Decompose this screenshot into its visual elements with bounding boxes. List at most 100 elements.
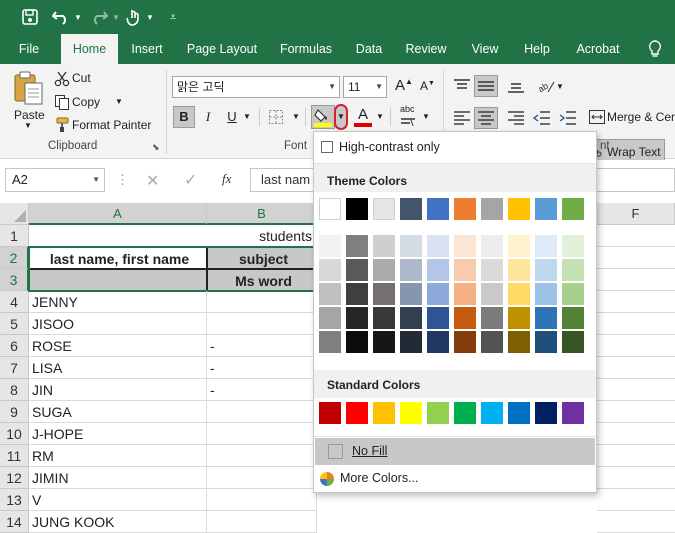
save-icon[interactable] [18,6,42,28]
cell-a4[interactable]: JENNY [29,291,207,313]
row-header-1[interactable]: 1 [0,225,29,247]
shrink-font-button[interactable]: A▼ [420,79,435,93]
row-header-13[interactable]: 13 [0,489,29,511]
theme-shade-swatch[interactable] [319,331,341,353]
bottom-align-icon[interactable] [506,77,526,95]
tab-formulas[interactable]: Formulas [275,34,337,64]
copy-icon[interactable] [54,94,70,110]
theme-shade-swatch[interactable] [427,307,449,329]
cancel-icon[interactable]: ✕ [146,171,159,191]
theme-shade-swatch[interactable] [400,331,422,353]
theme-shade-swatch[interactable] [346,283,368,305]
cut-button[interactable]: Cut [72,71,91,85]
tab-help[interactable]: Help [518,34,556,64]
theme-shade-swatch[interactable] [508,307,530,329]
row-header-3[interactable]: 3 [0,269,29,291]
tab-review[interactable]: Review [401,34,451,64]
merge-center-icon[interactable] [588,108,606,126]
insert-function-icon[interactable]: fx [222,171,231,187]
tab-file[interactable]: File [8,34,50,64]
row-header-5[interactable]: 5 [0,313,29,335]
standard-color-swatch[interactable] [427,402,449,424]
theme-shade-swatch[interactable] [319,259,341,281]
tab-home[interactable]: Home [61,34,118,65]
theme-shade-swatch[interactable] [346,331,368,353]
select-all-corner[interactable] [0,203,29,225]
tab-insert[interactable]: Insert [124,34,170,64]
fill-color-dropdown-icon[interactable]: ▼ [334,104,348,130]
theme-shade-swatch[interactable] [454,283,476,305]
touch-mode-icon[interactable] [124,6,144,28]
italic-button[interactable]: I [197,106,219,128]
theme-shade-swatch[interactable] [346,307,368,329]
theme-shade-swatch[interactable] [562,235,584,257]
align-center-icon[interactable] [474,107,498,129]
theme-color-swatch[interactable] [319,198,341,220]
decrease-indent-icon[interactable] [532,109,552,127]
theme-shade-swatch[interactable] [535,283,557,305]
theme-shade-swatch[interactable] [535,331,557,353]
theme-shade-swatch[interactable] [508,283,530,305]
customize-toolbar-icon[interactable]: ⩡ [166,6,180,28]
phonetic-dropdown-icon[interactable]: ▼ [422,112,430,121]
underline-button[interactable]: U [221,106,243,128]
lightbulb-icon[interactable] [644,34,666,64]
standard-color-swatch[interactable] [535,402,557,424]
standard-color-swatch[interactable] [400,402,422,424]
theme-shade-swatch[interactable] [481,283,503,305]
cell-b1[interactable]: students [207,225,317,247]
phonetic-guide-button[interactable]: abc [400,104,415,114]
row-header-7[interactable]: 7 [0,357,29,379]
theme-shade-swatch[interactable] [319,307,341,329]
cell-a2[interactable]: last name, first name [29,247,207,269]
theme-shade-swatch[interactable] [400,235,422,257]
more-colors-item[interactable]: More Colors... [340,471,419,485]
theme-shade-swatch[interactable] [373,331,395,353]
standard-color-swatch[interactable] [508,402,530,424]
column-header-a[interactable]: A [29,203,207,225]
theme-shade-swatch[interactable] [373,283,395,305]
name-box-dropdown-icon[interactable]: ▼ [92,169,100,191]
borders-dropdown-icon[interactable]: ▼ [292,112,300,121]
cell-b14[interactable] [207,511,317,533]
middle-align-icon[interactable] [474,75,498,97]
cell-b4[interactable] [207,291,317,313]
align-right-icon[interactable] [506,109,526,127]
bold-button[interactable]: B [173,106,195,128]
standard-color-swatch[interactable] [373,402,395,424]
cell-a13[interactable]: V [29,489,207,511]
merge-center-button[interactable]: Merge & Cer [607,110,675,124]
row-header-2[interactable]: 2 [0,247,29,269]
font-size-combo[interactable]: 11 ▼ [343,76,387,98]
theme-shade-swatch[interactable] [562,283,584,305]
paste-icon[interactable] [12,70,48,106]
clipboard-launcher-icon[interactable]: ⬊ [152,142,160,153]
theme-color-swatch[interactable] [400,198,422,220]
cell-b11[interactable] [207,445,317,467]
theme-shade-swatch[interactable] [346,235,368,257]
font-name-combo[interactable]: 맑은 고딕 ▼ [172,76,340,98]
cell-b2[interactable]: subject [207,247,317,269]
theme-shade-swatch[interactable] [481,331,503,353]
theme-shade-swatch[interactable] [373,235,395,257]
theme-shade-swatch[interactable] [481,235,503,257]
cell-a1[interactable] [29,225,207,247]
standard-color-swatch[interactable] [562,402,584,424]
theme-shade-swatch[interactable] [454,331,476,353]
redo-icon[interactable] [88,6,110,28]
cell-a14[interactable]: JUNG KOOK [29,511,207,533]
row-header-9[interactable]: 9 [0,401,29,423]
theme-shade-swatch[interactable] [400,283,422,305]
cell-b8[interactable]: - [207,379,317,401]
cell-b3[interactable]: Ms word [207,269,317,291]
theme-shade-swatch[interactable] [373,259,395,281]
theme-color-swatch[interactable] [508,198,530,220]
cell-a5[interactable]: JISOO [29,313,207,335]
cell-b13[interactable] [207,489,317,511]
theme-color-swatch[interactable] [535,198,557,220]
theme-shade-swatch[interactable] [562,331,584,353]
grow-font-button[interactable]: A▲ [395,77,413,94]
column-header-f[interactable]: F [597,203,675,225]
increase-indent-icon[interactable] [558,109,578,127]
top-align-icon[interactable] [452,77,472,95]
